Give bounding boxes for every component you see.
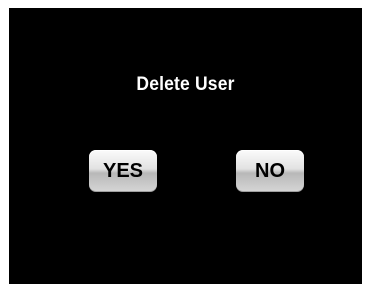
dialog-title: Delete User	[136, 74, 235, 95]
yes-button[interactable]: YES	[89, 150, 157, 192]
no-button[interactable]: NO	[236, 150, 304, 192]
confirm-dialog-screen: Delete User YES NO	[9, 8, 362, 284]
